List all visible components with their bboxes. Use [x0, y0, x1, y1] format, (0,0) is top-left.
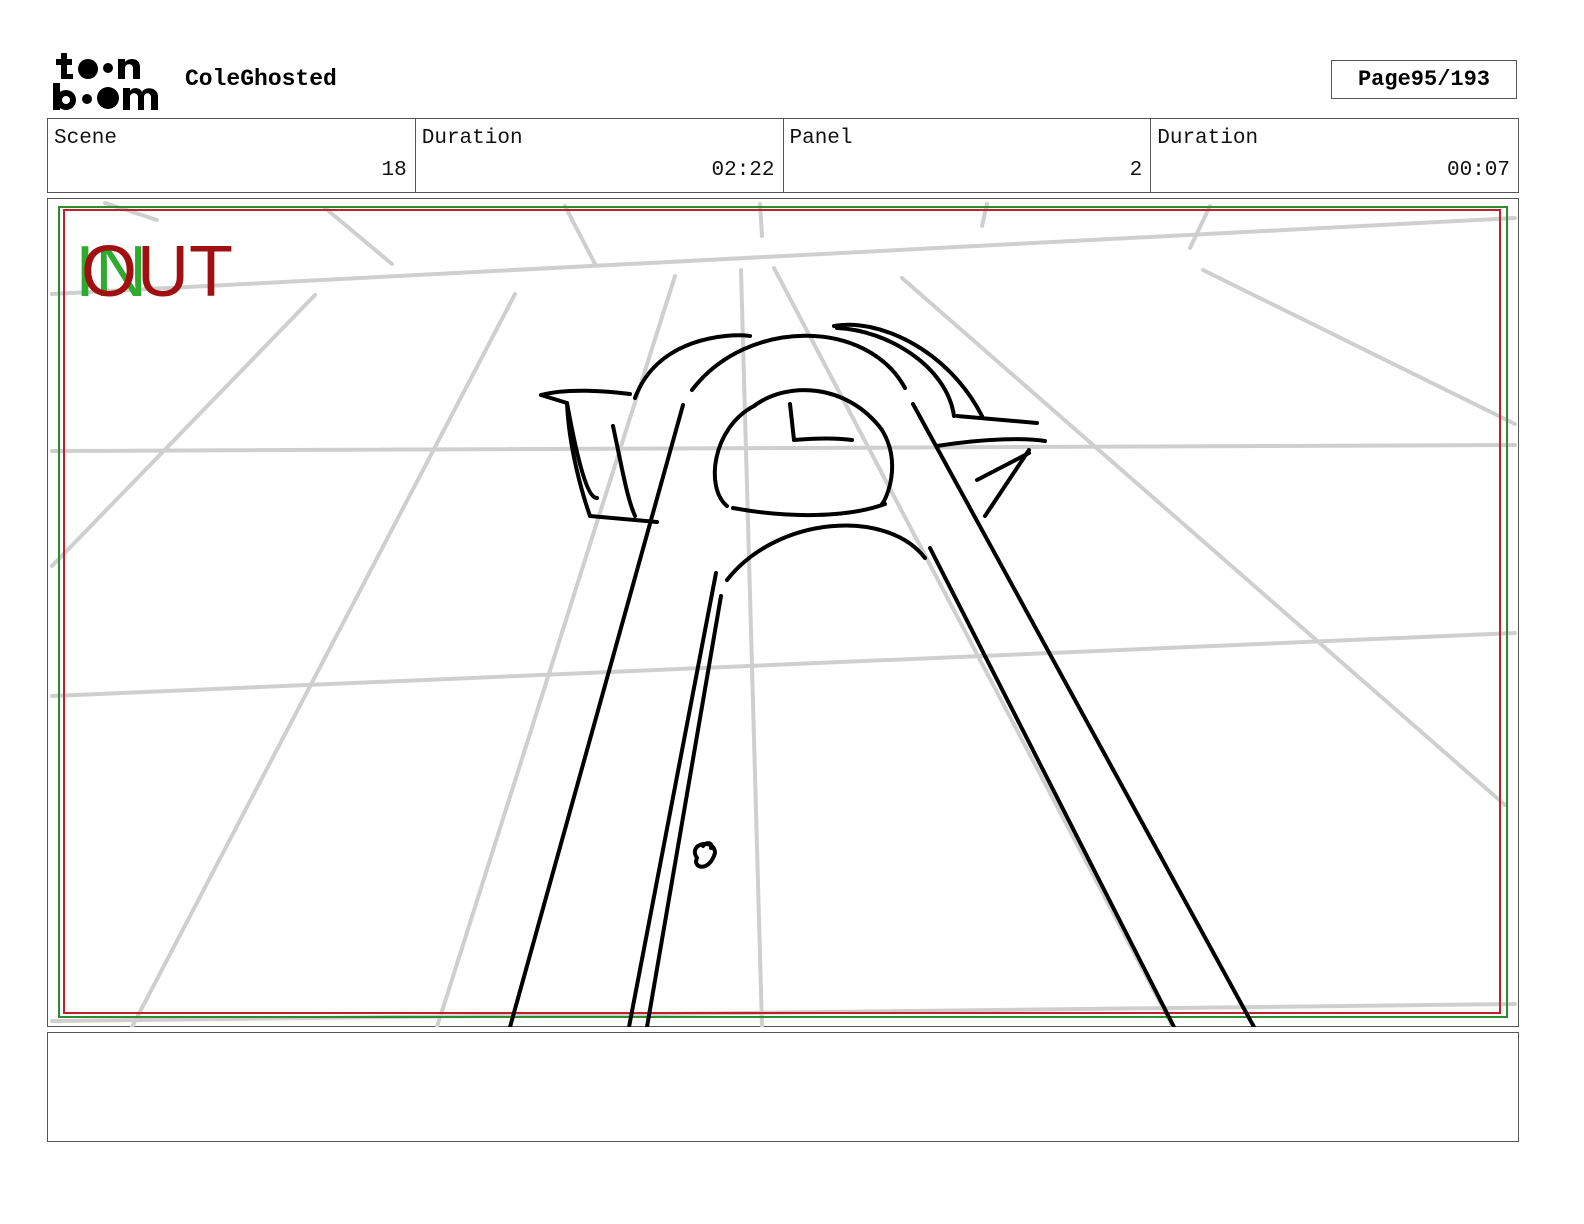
scene-cell: Scene 18 — [48, 119, 416, 192]
safe-frame-outer — [58, 206, 1508, 1018]
scene-duration-value: 02:22 — [711, 159, 775, 182]
perspective-guides — [50, 201, 1517, 1027]
toonboom-logo — [53, 53, 158, 110]
scene-info-table: Scene 18 Duration 02:22 Panel 2 Duration… — [47, 118, 1519, 193]
page-indicator: Page 95/193 — [1331, 60, 1517, 99]
scene-label: Scene — [54, 127, 118, 150]
panel-value: 2 — [1129, 159, 1143, 182]
project-title: ColeGhosted — [185, 66, 337, 92]
panel-duration-cell: Duration 00:07 — [1151, 119, 1518, 192]
panel-notes-box — [47, 1032, 1519, 1142]
page-number: 95/193 — [1410, 67, 1491, 92]
storyboard-panel-drawing: IN OUT — [50, 201, 1517, 1027]
scene-value: 18 — [381, 159, 407, 182]
panel-duration-value: 00:07 — [1446, 159, 1510, 182]
out-marker: OUT — [81, 232, 233, 312]
scene-duration-cell: Duration 02:22 — [416, 119, 784, 192]
page-label: Page — [1357, 67, 1411, 92]
scene-duration-label: Duration — [421, 127, 523, 150]
panel-duration-label: Duration — [1157, 127, 1259, 150]
panel-cell: Panel 2 — [784, 119, 1152, 192]
panel-label: Panel — [789, 127, 853, 150]
character-sketch — [508, 322, 1256, 1027]
